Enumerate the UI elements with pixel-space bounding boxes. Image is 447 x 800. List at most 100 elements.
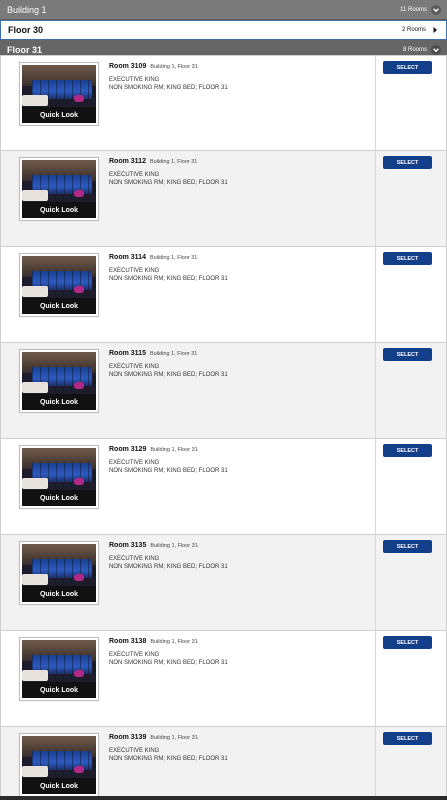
room-photo-image: Quick Look	[22, 352, 96, 410]
room-photo[interactable]: Quick Look	[19, 62, 99, 126]
room-photo-image: Quick Look	[22, 65, 96, 123]
room-details: Room 3138 Building 1, Floor 31 EXECUTIVE …	[109, 638, 228, 667]
room-details: Room 3135 Building 1, Floor 31 EXECUTIVE …	[109, 542, 228, 571]
room-name: Room 3139	[109, 734, 147, 741]
room-details: Room 3129 Building 1, Floor 31 EXECUTIVE …	[109, 446, 228, 475]
select-button[interactable]: SELECT	[383, 156, 432, 169]
floor-31-room-count: 8 Rooms	[402, 47, 427, 53]
room-info-area: Quick Look Room 3112 Building 1, Floor 31…	[1, 151, 376, 246]
room-name: Room 3135	[109, 542, 147, 549]
room-details: Room 3109 Building 1, Floor 31 EXECUTIVE …	[109, 63, 228, 92]
room-actions: SELECT	[376, 151, 446, 246]
select-button[interactable]: SELECT	[383, 444, 432, 457]
room-photo-image: Quick Look	[22, 736, 96, 794]
building-title: Building 1	[7, 4, 47, 15]
room-location: Building 1, Floor 31	[150, 447, 198, 453]
room-card: Quick Look Room 3129 Building 1, Floor 31…	[0, 439, 447, 535]
quick-look-label[interactable]: Quick Look	[22, 112, 96, 119]
room-card: Quick Look Room 3114 Building 1, Floor 31…	[0, 247, 447, 343]
room-actions: SELECT	[376, 631, 446, 726]
select-button[interactable]: SELECT	[383, 732, 432, 745]
room-features: NON SMOKING RM; KING BED; FLOOR 31	[109, 756, 228, 762]
select-button[interactable]: SELECT	[383, 252, 432, 265]
floor-31-header-right: 8 Rooms	[403, 45, 441, 55]
quick-look-label[interactable]: Quick Look	[22, 399, 96, 406]
room-features: NON SMOKING RM; KING BED; FLOOR 31	[109, 564, 228, 570]
building-room-count: 11 Rooms	[400, 6, 427, 13]
room-photo-image: Quick Look	[22, 640, 96, 698]
room-features: NON SMOKING RM; KING BED; FLOOR 31	[109, 468, 228, 474]
floor-30-header[interactable]: Floor 30 2 Rooms	[0, 20, 447, 40]
floor-31-title: Floor 31	[7, 45, 43, 55]
room-type: EXECUTIVE KING	[109, 652, 160, 658]
room-actions: SELECT	[376, 727, 446, 800]
room-type: EXECUTIVE KING	[109, 748, 160, 754]
room-actions: SELECT	[376, 439, 446, 534]
chevron-right-icon[interactable]	[430, 25, 440, 35]
building-header[interactable]: Building 1 11 Rooms	[0, 0, 447, 20]
room-features: NON SMOKING RM; KING BED; FLOOR 31	[109, 180, 228, 186]
room-photo[interactable]: Quick Look	[19, 733, 99, 797]
building-header-right: 11 Rooms	[400, 4, 441, 15]
room-details: Room 3114 Building 1, Floor 31 EXECUTIVE …	[109, 254, 228, 283]
quick-look-label[interactable]: Quick Look	[22, 783, 96, 790]
room-info-area: Quick Look Room 3135 Building 1, Floor 31…	[1, 535, 376, 630]
quick-look-label[interactable]: Quick Look	[22, 591, 96, 598]
room-photo[interactable]: Quick Look	[19, 541, 99, 605]
room-details: Room 3139 Building 1, Floor 31 EXECUTIVE …	[109, 734, 228, 763]
room-info-area: Quick Look Room 3129 Building 1, Floor 31…	[1, 439, 376, 534]
quick-look-label[interactable]: Quick Look	[22, 495, 96, 502]
select-button[interactable]: SELECT	[383, 348, 432, 361]
select-button[interactable]: SELECT	[383, 636, 432, 649]
room-location: Building 1, Floor 31	[149, 255, 198, 261]
room-photo-image: Quick Look	[22, 160, 96, 218]
quick-look-label[interactable]: Quick Look	[22, 303, 96, 310]
select-button[interactable]: SELECT	[383, 540, 432, 553]
room-actions: SELECT	[376, 535, 446, 630]
floor-30-room-count: 2 Rooms	[401, 27, 426, 33]
quick-look-label[interactable]: Quick Look	[22, 687, 96, 694]
room-photo-image: Quick Look	[22, 448, 96, 506]
room-features: NON SMOKING RM; KING BED; FLOOR 31	[109, 85, 228, 91]
room-info-area: Quick Look Room 3138 Building 1, Floor 31…	[1, 631, 376, 726]
bottom-bar	[0, 796, 447, 800]
room-card: Quick Look Room 3109 Building 1, Floor 31…	[0, 55, 447, 151]
room-location: Building 1, Floor 31	[149, 351, 198, 357]
room-card: Quick Look Room 3115 Building 1, Floor 31…	[0, 343, 447, 439]
room-photo[interactable]: Quick Look	[19, 637, 99, 701]
room-actions: SELECT	[376, 56, 446, 150]
room-photo[interactable]: Quick Look	[19, 445, 99, 509]
room-features: NON SMOKING RM; KING BED; FLOOR 31	[109, 276, 228, 282]
room-type: EXECUTIVE KING	[109, 556, 160, 562]
room-name: Room 3112	[109, 158, 146, 165]
room-type: EXECUTIVE KING	[109, 364, 160, 370]
room-selection-page: Building 1 11 Rooms Floor 30 2 Rooms Flo…	[0, 0, 447, 800]
room-type: EXECUTIVE KING	[109, 77, 160, 83]
room-location: Building 1, Floor 31	[150, 639, 198, 645]
room-name: Room 3138	[109, 638, 147, 645]
room-name: Room 3114	[109, 254, 146, 261]
room-photo[interactable]: Quick Look	[19, 157, 99, 221]
room-list: Quick Look Room 3109 Building 1, Floor 31…	[0, 55, 447, 800]
chevron-down-icon[interactable]	[431, 4, 441, 15]
room-name: Room 3109	[109, 63, 147, 70]
room-features: NON SMOKING RM; KING BED; FLOOR 31	[109, 372, 228, 378]
room-name: Room 3129	[109, 446, 147, 453]
room-location: Building 1, Floor 31	[150, 64, 198, 70]
select-button[interactable]: SELECT	[383, 61, 432, 74]
room-card: Quick Look Room 3112 Building 1, Floor 31…	[0, 151, 447, 247]
room-card: Quick Look Room 3139 Building 1, Floor 31…	[0, 727, 447, 800]
room-card: Quick Look Room 3138 Building 1, Floor 31…	[0, 631, 447, 727]
room-info-area: Quick Look Room 3139 Building 1, Floor 31…	[1, 727, 376, 800]
room-photo[interactable]: Quick Look	[19, 349, 99, 413]
room-photo-image: Quick Look	[22, 544, 96, 602]
quick-look-label[interactable]: Quick Look	[22, 207, 96, 214]
room-info-area: Quick Look Room 3109 Building 1, Floor 31…	[1, 56, 376, 150]
room-photo[interactable]: Quick Look	[19, 253, 99, 317]
room-location: Building 1, Floor 31	[150, 735, 198, 741]
room-type: EXECUTIVE KING	[109, 460, 160, 466]
room-features: NON SMOKING RM; KING BED; FLOOR 31	[109, 660, 228, 666]
room-actions: SELECT	[376, 343, 446, 438]
chevron-down-icon[interactable]	[431, 45, 441, 55]
room-photo-image: Quick Look	[22, 256, 96, 314]
